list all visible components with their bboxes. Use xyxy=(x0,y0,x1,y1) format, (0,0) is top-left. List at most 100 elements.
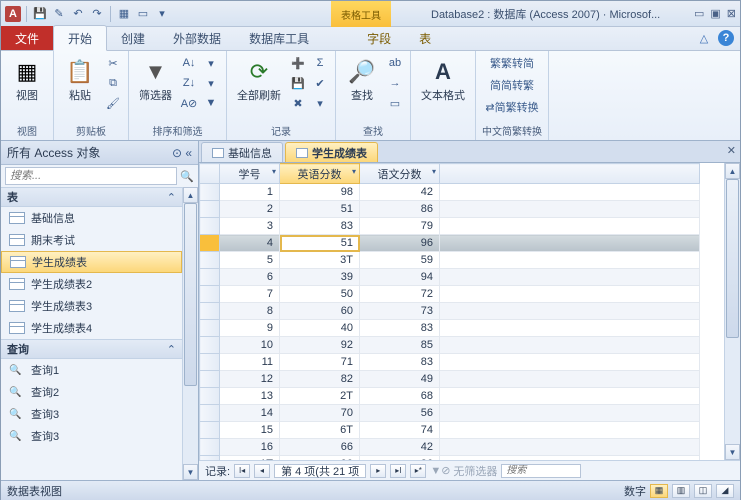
nav-group-header[interactable]: 查询⌃ xyxy=(1,339,182,359)
save-icon[interactable]: 💾 xyxy=(32,6,48,22)
cell[interactable]: 16 xyxy=(220,439,280,456)
row-selector[interactable] xyxy=(200,439,220,456)
select-all-corner[interactable] xyxy=(200,164,220,184)
cell[interactable]: 12 xyxy=(220,371,280,388)
cell[interactable]: 85 xyxy=(360,337,440,354)
nav-search-input[interactable] xyxy=(5,167,177,185)
table-row[interactable]: 1 98 42 xyxy=(200,184,700,201)
dropdown-icon[interactable]: ▾ xyxy=(352,167,356,176)
row-selector[interactable] xyxy=(200,303,220,320)
prev-record-icon[interactable]: ◂ xyxy=(254,464,270,478)
cell[interactable]: 2T xyxy=(280,388,360,405)
cell[interactable]: 3T xyxy=(280,252,360,269)
column-header[interactable]: 学号▾ xyxy=(220,164,280,184)
row-selector[interactable] xyxy=(200,354,220,371)
table-row[interactable]: 9 40 83 xyxy=(200,320,700,337)
cell[interactable] xyxy=(440,337,700,354)
cell[interactable]: 4 xyxy=(220,235,280,252)
table-row[interactable]: 7 50 72 xyxy=(200,286,700,303)
cell[interactable]: 92 xyxy=(280,337,360,354)
cell[interactable]: 73 xyxy=(360,303,440,320)
table-row[interactable]: 15 6T 74 xyxy=(200,422,700,439)
totals-icon[interactable]: Σ xyxy=(311,54,329,72)
nav-scrollbar[interactable]: ▲ ▼ xyxy=(182,187,198,480)
new-record-icon[interactable]: ▸* xyxy=(410,464,426,478)
paste-button[interactable]: 📋 粘贴 xyxy=(60,54,100,104)
more-icon[interactable]: ▾ xyxy=(311,94,329,112)
cell[interactable]: 83 xyxy=(280,218,360,235)
nav-item[interactable]: 期末考试 xyxy=(1,229,182,251)
selection-icon[interactable]: ▾ xyxy=(202,54,220,72)
cell[interactable]: 51 xyxy=(280,201,360,218)
copy-icon[interactable]: ⧉ xyxy=(104,74,122,92)
cell[interactable]: 6T xyxy=(280,422,360,439)
cell[interactable] xyxy=(440,388,700,405)
cell[interactable]: 5 xyxy=(220,252,280,269)
doc-tab-basic-info[interactable]: 基础信息 xyxy=(201,142,283,162)
row-selector[interactable] xyxy=(200,337,220,354)
table-row[interactable]: 16 66 42 xyxy=(200,439,700,456)
nav-item[interactable]: 学生成绩表 xyxy=(1,251,182,273)
format-painter-icon[interactable]: 🖌 xyxy=(104,94,122,112)
table-row[interactable]: 3 83 79 xyxy=(200,218,700,235)
cell[interactable] xyxy=(440,422,700,439)
cell[interactable]: 68 xyxy=(360,388,440,405)
cell[interactable]: 10 xyxy=(220,337,280,354)
sort-asc-icon[interactable]: A↓ xyxy=(180,54,198,72)
cell[interactable]: 94 xyxy=(360,269,440,286)
nav-item[interactable]: 查询3 xyxy=(1,403,182,425)
save-record-icon[interactable]: 💾 xyxy=(289,74,307,92)
scroll-up-icon[interactable]: ▲ xyxy=(183,187,198,203)
row-selector[interactable] xyxy=(200,405,220,422)
row-selector[interactable] xyxy=(200,184,220,201)
cell[interactable] xyxy=(440,371,700,388)
advanced-icon[interactable]: ▾ xyxy=(202,74,220,92)
app-icon[interactable]: A xyxy=(5,6,21,22)
cell[interactable] xyxy=(440,303,700,320)
nav-item[interactable]: 基础信息 xyxy=(1,207,182,229)
scroll-up-icon[interactable]: ▲ xyxy=(725,163,740,179)
cell[interactable] xyxy=(440,354,700,371)
cell[interactable]: 40 xyxy=(280,320,360,337)
find-button[interactable]: 🔎 查找 xyxy=(342,54,382,104)
cell[interactable]: 49 xyxy=(360,371,440,388)
cell[interactable]: 1 xyxy=(220,184,280,201)
row-selector[interactable] xyxy=(200,252,220,269)
cell[interactable]: 71 xyxy=(280,354,360,371)
next-record-icon[interactable]: ▸ xyxy=(370,464,386,478)
simp-to-trad-button[interactable]: 简 简转繁 xyxy=(485,76,538,94)
cell[interactable] xyxy=(440,269,700,286)
qat-more-icon[interactable]: ▾ xyxy=(154,6,170,22)
table-row[interactable]: 6 39 94 xyxy=(200,269,700,286)
row-selector[interactable] xyxy=(200,269,220,286)
cell[interactable]: 11 xyxy=(220,354,280,371)
doc-tab-student-scores[interactable]: 学生成绩表 xyxy=(285,142,378,162)
cell[interactable]: 70 xyxy=(280,405,360,422)
cell[interactable]: 82 xyxy=(280,371,360,388)
row-selector[interactable] xyxy=(200,201,220,218)
cell[interactable]: 14 xyxy=(220,405,280,422)
cell[interactable] xyxy=(440,405,700,422)
table-row[interactable]: 13 2T 68 xyxy=(200,388,700,405)
dropdown-icon[interactable]: ▾ xyxy=(432,167,436,176)
view-button[interactable]: ▦ 视图 xyxy=(7,54,47,104)
table-row[interactable]: 4 51 96 xyxy=(200,235,700,252)
table-row[interactable]: 8 60 73 xyxy=(200,303,700,320)
filter-button[interactable]: ▼ 筛选器 xyxy=(135,54,176,104)
close-tab-icon[interactable]: ✕ xyxy=(727,144,736,157)
cell[interactable]: 59 xyxy=(360,252,440,269)
scroll-down-icon[interactable]: ▼ xyxy=(183,464,198,480)
row-selector[interactable] xyxy=(200,235,220,252)
cell[interactable]: 74 xyxy=(360,422,440,439)
row-selector[interactable] xyxy=(200,371,220,388)
maximize-icon[interactable]: ▣ xyxy=(710,7,720,20)
chart-view-button[interactable]: ◫ xyxy=(694,484,712,498)
nav-item[interactable]: 学生成绩表2 xyxy=(1,273,182,295)
cell[interactable]: 3 xyxy=(220,218,280,235)
table-row[interactable]: 12 82 49 xyxy=(200,371,700,388)
table-row[interactable]: 2 51 86 xyxy=(200,201,700,218)
cell[interactable] xyxy=(440,184,700,201)
tab-home[interactable]: 开始 xyxy=(53,25,107,51)
select-icon[interactable]: ▭ xyxy=(386,94,404,112)
undo-icon[interactable]: ↶ xyxy=(70,6,86,22)
